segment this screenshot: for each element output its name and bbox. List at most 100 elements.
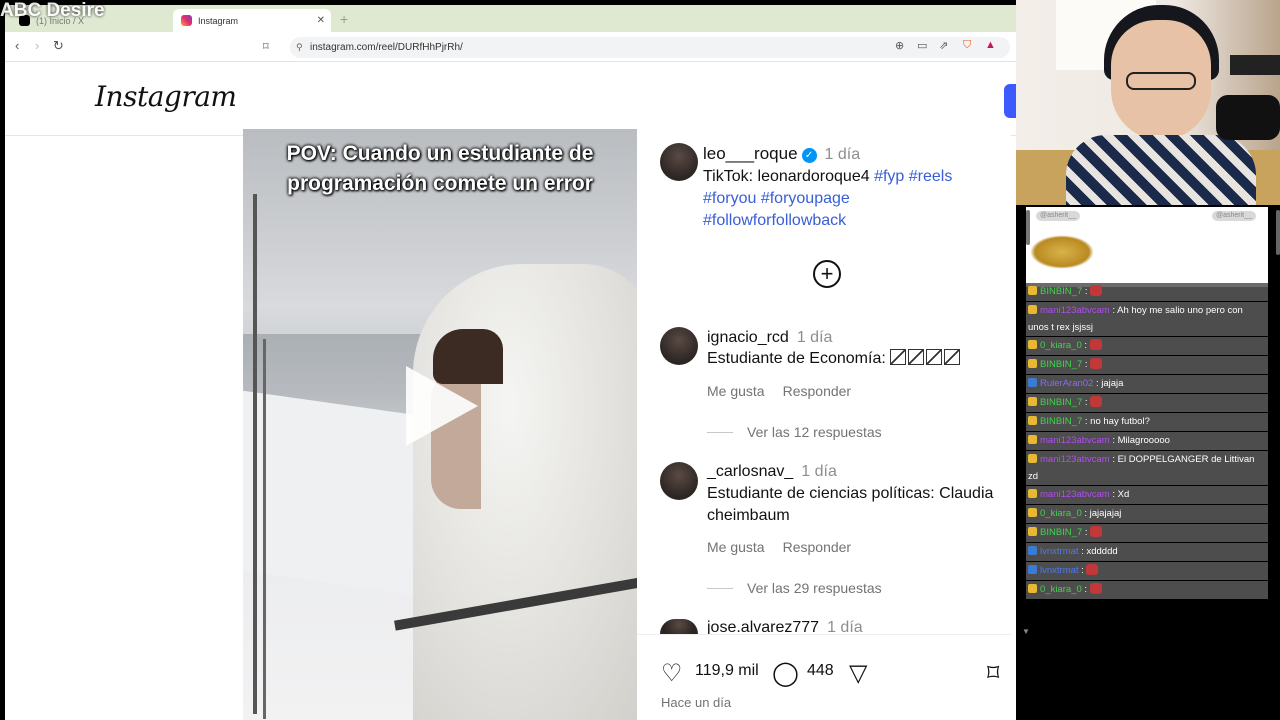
- reply-button[interactable]: Responder: [783, 383, 852, 399]
- reload-icon[interactable]: ↻: [53, 38, 64, 54]
- chat-username[interactable]: lvnxtrmat: [1040, 546, 1079, 557]
- chat-badge-icon: [1028, 340, 1037, 349]
- chat-emote-icon: [1090, 358, 1103, 369]
- chat-emote-icon: [1086, 564, 1099, 575]
- comment-author-line: ignacio_rcd 1 día: [707, 329, 832, 347]
- save-bookmark-icon[interactable]: ⌑: [987, 659, 999, 688]
- chat-message: 0_kiara_0 : jajajajaj: [1026, 505, 1268, 523]
- hashtag-link[interactable]: #fyp: [874, 168, 904, 185]
- chat-emote-icon: [1089, 339, 1102, 350]
- avatar[interactable]: [660, 462, 698, 500]
- brave-shield-icon[interactable]: ⛉: [963, 39, 971, 52]
- share-icon[interactable]: ⇗: [939, 39, 948, 52]
- chat-emote-icon: [1090, 396, 1103, 407]
- hashtag-link[interactable]: #foryou: [703, 190, 756, 207]
- chat-badge-icon: [1028, 286, 1037, 295]
- instagram-header: Instagram: [5, 62, 1016, 136]
- instagram-logo[interactable]: Instagram: [95, 80, 237, 113]
- forward-icon[interactable]: ›: [35, 38, 39, 53]
- chat-username[interactable]: mani123abvcam: [1040, 454, 1110, 465]
- chat-message: 0_kiara_0 :: [1026, 581, 1268, 599]
- streamer-webcam: [1016, 0, 1280, 205]
- url-text: instagram.com/reel/DURfHhPjrRh/: [310, 42, 463, 53]
- chat-message: BINBIN_7 : no hay futbol?: [1026, 413, 1268, 431]
- video-light-pole: [253, 194, 257, 714]
- comment-time: 1 día: [801, 463, 837, 480]
- bookmark-page-icon[interactable]: ⌑: [263, 40, 269, 53]
- chat-text: jajaja: [1101, 378, 1124, 389]
- chat-text: jajajajaj: [1089, 508, 1122, 519]
- like-count[interactable]: 119,9 mil: [695, 662, 759, 680]
- avatar[interactable]: [660, 143, 698, 181]
- chat-username[interactable]: BINBIN_7: [1040, 397, 1082, 408]
- chat-text: no hay futbol?: [1090, 416, 1150, 427]
- chat-mention-pill: @asherit__: [1036, 211, 1080, 221]
- chat-message: 0_kiara_0 :: [1026, 337, 1268, 355]
- reel-video[interactable]: POV: Cuando un estudiante de programació…: [243, 129, 637, 720]
- chat-username[interactable]: BINBIN_7: [1040, 527, 1082, 538]
- comment-bubble-icon[interactable]: ◯: [772, 659, 799, 688]
- chat-username[interactable]: BINBIN_7: [1040, 359, 1082, 370]
- avatar[interactable]: [660, 619, 698, 634]
- new-tab-icon[interactable]: +: [340, 11, 348, 27]
- hashtag-link[interactable]: #foryoupage: [761, 190, 850, 207]
- chat-scrollbar[interactable]: [1026, 210, 1030, 245]
- chat-separator: :: [1082, 416, 1091, 427]
- chat-message: lvnxtrmat : xddddd: [1026, 543, 1268, 561]
- comment-username[interactable]: _carlosnav_: [707, 463, 793, 480]
- chat-username[interactable]: 0_kiara_0: [1040, 508, 1082, 519]
- chat-badge-icon: [1028, 508, 1037, 517]
- comment-username[interactable]: ignacio_rcd: [707, 329, 789, 346]
- chat-username[interactable]: lvnxtrmat: [1040, 565, 1079, 576]
- chart-emoji-icon: [890, 349, 907, 365]
- chat-username[interactable]: 0_kiara_0: [1040, 584, 1082, 595]
- post-time[interactable]: 1 día: [825, 146, 861, 163]
- chat-text: Milagrooooo: [1117, 435, 1170, 446]
- chat-emote-icon: [1090, 285, 1103, 296]
- chat-message: RulerAran02 : jajaja: [1026, 375, 1268, 393]
- like-comment-button[interactable]: Me gusta: [707, 383, 765, 399]
- chart-emoji-icon: [944, 349, 961, 365]
- chat-separator: :: [1109, 489, 1118, 500]
- chat-scrollbar[interactable]: [1276, 210, 1280, 255]
- chat-separator: :: [1081, 584, 1090, 595]
- like-comment-button[interactable]: Me gusta: [707, 539, 765, 555]
- view-replies-button[interactable]: Ver las 29 respuestas: [707, 580, 882, 596]
- chat-username[interactable]: 0_kiara_0: [1040, 340, 1082, 351]
- view-replies-button[interactable]: Ver las 12 respuestas: [707, 424, 882, 440]
- post-username[interactable]: leo___roque: [703, 144, 798, 163]
- chat-header: @asherit__ @asherit__: [1026, 207, 1268, 287]
- site-info-icon[interactable]: ⚲: [296, 37, 303, 58]
- add-circle-icon[interactable]: +: [813, 260, 841, 288]
- close-tab-icon[interactable]: ✕: [317, 15, 325, 26]
- play-icon[interactable]: [406, 366, 478, 446]
- tab-instagram[interactable]: Instagram ✕: [173, 9, 331, 32]
- chat-username[interactable]: mani123abvcam: [1040, 305, 1110, 316]
- post-side-panel: leo___roque ✓ 1 día TikTok: leonardoroque4…: [637, 129, 1011, 720]
- chat-message: mani123abvcam : Xd: [1026, 486, 1268, 504]
- cast-icon[interactable]: ▭: [917, 39, 927, 52]
- heart-icon[interactable]: ♡: [661, 659, 683, 688]
- brave-rewards-icon[interactable]: ▲: [985, 39, 996, 51]
- chat-username[interactable]: mani123abvcam: [1040, 489, 1110, 500]
- hashtag-link[interactable]: #followforfollowback: [703, 212, 846, 229]
- chat-username[interactable]: RulerAran02: [1040, 378, 1093, 389]
- comment-time: 1 día: [796, 329, 833, 346]
- chat-badge-icon: [1028, 454, 1037, 463]
- chat-separator: :: [1081, 340, 1090, 351]
- hashtag-link[interactable]: #reels: [909, 168, 953, 185]
- chat-message: BINBIN_7 :: [1026, 394, 1268, 412]
- reply-button[interactable]: Responder: [783, 539, 852, 555]
- instagram-favicon-icon: [181, 15, 192, 26]
- zoom-icon[interactable]: ⊕: [895, 39, 904, 52]
- chat-username[interactable]: BINBIN_7: [1040, 416, 1082, 427]
- back-icon[interactable]: ‹: [15, 38, 19, 53]
- scroll-down-icon[interactable]: ▼: [1022, 627, 1030, 636]
- chat-username[interactable]: BINBIN_7: [1040, 286, 1082, 297]
- share-send-icon[interactable]: ▽: [849, 659, 867, 688]
- chat-username[interactable]: mani123abvcam: [1040, 435, 1110, 446]
- post-caption-text: TikTok: leonardoroque4: [703, 168, 875, 185]
- avatar[interactable]: [660, 327, 698, 365]
- chat-message: mani123abvcam : El DOPPELGANGER de Litti…: [1026, 451, 1268, 485]
- side-action-button[interactable]: [1004, 84, 1016, 118]
